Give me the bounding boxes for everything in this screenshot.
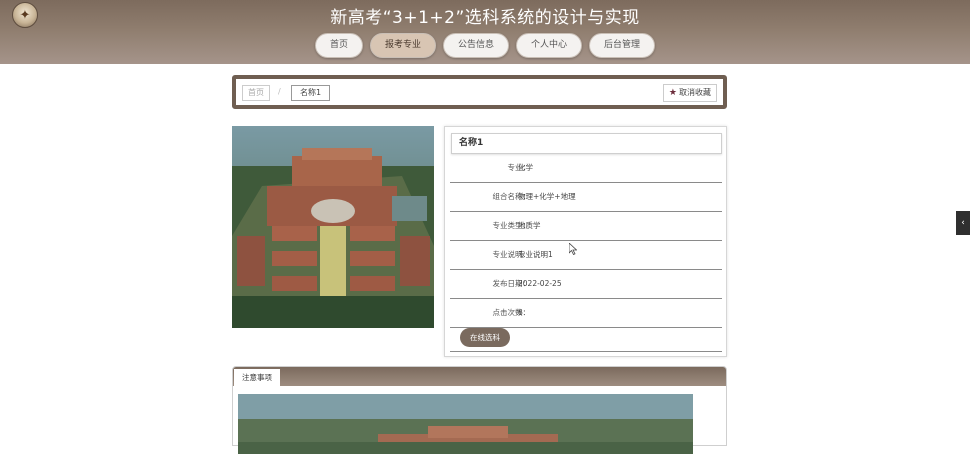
nav-majors[interactable]: 报考专业 — [369, 33, 436, 58]
notes-header: 注意事项 — [233, 367, 726, 386]
notes-panel: 注意事项 — [232, 366, 727, 454]
breadcrumb-separator: / — [278, 87, 281, 96]
detail-value: 物理+化学+地理 — [518, 192, 576, 201]
breadcrumb: 首页 / 名称1 ★ 取消收藏 — [232, 75, 727, 109]
detail-value: 地质学 — [518, 221, 541, 230]
detail-row: 组合名称： 物理+化学+地理 — [450, 183, 722, 212]
nav-announcements[interactable]: 公告信息 — [442, 33, 509, 58]
online-choose-button[interactable]: 在线选科 — [460, 328, 510, 347]
site-title: 新高考“3+1+2”选科系统的设计与实现 — [330, 8, 640, 28]
detail-value: 2022-02-25 — [518, 279, 562, 288]
breadcrumb-home-link[interactable]: 首页 — [242, 85, 270, 101]
side-panel-toggle[interactable]: ‹ — [956, 211, 970, 235]
mouse-cursor-icon — [569, 243, 577, 255]
notes-campus-image — [238, 394, 693, 454]
detail-row: 专业类型： 地质学 — [450, 212, 722, 241]
unfavorite-button[interactable]: ★ 取消收藏 — [662, 84, 717, 102]
star-icon: ★ — [668, 88, 677, 98]
breadcrumb-current: 名称1 — [291, 85, 331, 101]
major-title: 名称1 — [451, 133, 722, 154]
chevron-left-icon: ‹ — [961, 218, 965, 228]
detail-value: 专业说明1 — [518, 250, 553, 259]
detail-row: 专业： 化学 — [450, 154, 722, 183]
nav-admin[interactable]: 后台管理 — [589, 33, 656, 58]
nav-home[interactable]: 首页 — [314, 33, 363, 58]
site-header: ✦ 新高考“3+1+2”选科系统的设计与实现 首页 报考专业 公告信息 个人中心… — [0, 0, 970, 64]
campus-aerial-image — [232, 126, 434, 328]
detail-row: 发布日期： 2022-02-25 — [450, 270, 722, 299]
main-nav: 首页 报考专业 公告信息 个人中心 后台管理 — [0, 33, 970, 58]
unfavorite-label: 取消收藏 — [679, 88, 711, 97]
detail-value: 化学 — [518, 163, 533, 172]
major-detail-card: 名称1 专业： 化学 组合名称： 物理+化学+地理 专业类型： 地质学 专业说明… — [444, 126, 727, 357]
detail-row: 专业说明： 专业说明1 — [450, 241, 722, 270]
detail-value: 6 — [518, 308, 523, 317]
tab-notes[interactable]: 注意事项 — [234, 369, 280, 386]
divider — [450, 351, 722, 352]
nav-personal-center[interactable]: 个人中心 — [516, 33, 583, 58]
detail-row: 点击次数： 6 — [450, 299, 722, 328]
